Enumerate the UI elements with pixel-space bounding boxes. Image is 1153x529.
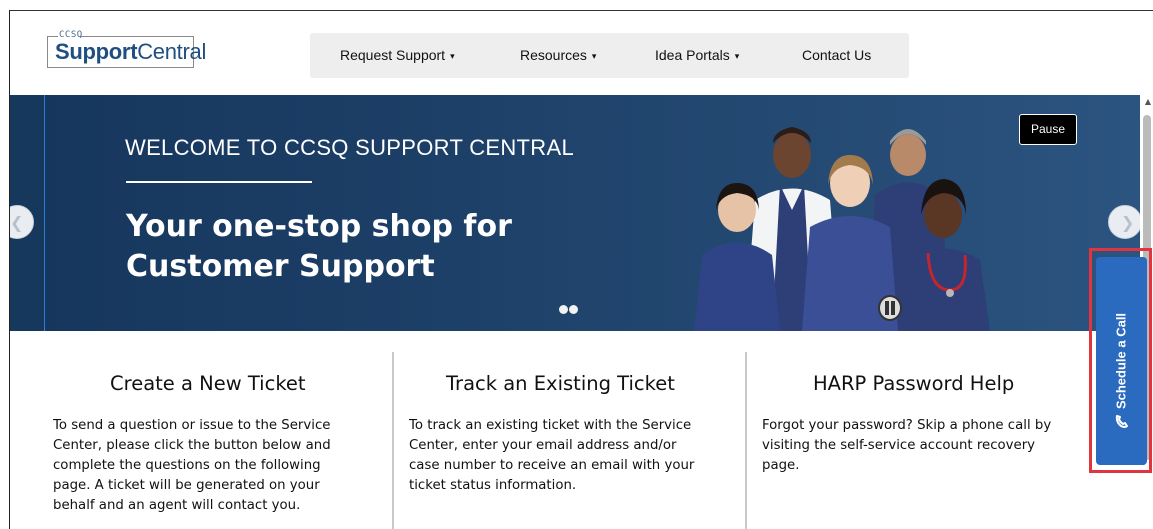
carousel-pause-icon[interactable] bbox=[878, 295, 902, 321]
harp-password-title: HARP Password Help bbox=[813, 372, 1015, 395]
hero-tagline-line-1: Your one-stop shop for bbox=[126, 209, 512, 244]
logo-main-text: SupportCentral bbox=[55, 38, 206, 66]
text-line: behalf and an agent will contact you. bbox=[53, 498, 301, 513]
text-line: page. A ticket will be generated on your bbox=[53, 478, 320, 493]
chevron-down-icon: ▾ bbox=[734, 51, 740, 61]
create-ticket-title: Create a New Ticket bbox=[110, 372, 306, 395]
hero-welcome-text: WELCOME TO CCSQ SUPPORT CENTRAL bbox=[125, 135, 574, 160]
text-line: Center, please click the button below an… bbox=[53, 438, 331, 453]
logo-main-bold: Support bbox=[55, 39, 138, 64]
create-ticket-text: To send a question or issue to the Servi… bbox=[53, 416, 373, 516]
nav-resources[interactable]: Resources ▾ bbox=[520, 33, 596, 78]
carousel-indicators bbox=[559, 299, 579, 318]
nav-resources-label: Resources bbox=[520, 47, 587, 63]
carousel-pause-button[interactable]: Pause bbox=[1019, 114, 1077, 145]
chevron-right-icon: ❯ bbox=[1121, 213, 1135, 232]
text-line: To send a question or issue to the Servi… bbox=[53, 418, 331, 433]
nav-idea-portals-label: Idea Portals bbox=[655, 47, 730, 63]
text-line: page. bbox=[762, 458, 800, 473]
nav-contact-us[interactable]: Contact Us bbox=[802, 33, 871, 78]
text-line: ticket status information. bbox=[409, 478, 577, 493]
chevron-down-icon: ▾ bbox=[450, 51, 455, 61]
carousel-next-button[interactable]: ❯ bbox=[1108, 205, 1140, 239]
schedule-call-label: Schedule a Call bbox=[1113, 312, 1129, 410]
page: CCSQ SupportCentral Request Support ▾ Res… bbox=[0, 0, 1153, 529]
nav-idea-portals[interactable]: Idea Portals ▾ bbox=[655, 33, 739, 78]
hero-tagline: Your one-stop shop for Customer Support bbox=[126, 207, 626, 287]
text-line: case number to receive an email with you… bbox=[409, 458, 695, 473]
carousel-dot-2[interactable] bbox=[569, 305, 578, 314]
track-ticket-text: To track an existing ticket with the Ser… bbox=[409, 416, 729, 496]
carousel-dot-1[interactable] bbox=[559, 305, 568, 314]
text-line: complete the questions on the following bbox=[53, 458, 321, 473]
hero-carousel: WELCOME TO CCSQ SUPPORT CENTRAL Your one… bbox=[10, 95, 1140, 331]
main-nav: Request Support ▾ Resources ▾ Idea Portals… bbox=[310, 33, 909, 78]
nav-request-support-label: Request Support bbox=[340, 47, 446, 63]
text-line: Forgot your password? Skip a phone call … bbox=[762, 418, 1052, 433]
chevron-left-icon: ❮ bbox=[10, 213, 24, 232]
logo-main-rest: Central bbox=[137, 39, 207, 64]
schedule-call-button[interactable]: Schedule a Call bbox=[1096, 257, 1147, 465]
text-line: To track an existing ticket with the Ser… bbox=[409, 418, 692, 433]
track-ticket-title: Track an Existing Ticket bbox=[446, 372, 675, 395]
text-line: visiting the self-service account recove… bbox=[762, 438, 1036, 453]
frame-border-top bbox=[9, 10, 1153, 11]
support-central-logo[interactable]: CCSQ SupportCentral bbox=[47, 28, 206, 68]
harp-password-text: Forgot your password? Skip a phone call … bbox=[762, 416, 1082, 476]
text-line: Center, enter your email address and/or bbox=[409, 438, 677, 453]
nav-request-support[interactable]: Request Support ▾ bbox=[340, 33, 455, 78]
scroll-up-arrow-icon[interactable]: ▲ bbox=[1143, 97, 1153, 107]
hero-divider bbox=[126, 181, 312, 183]
column-divider bbox=[392, 352, 394, 529]
healthcare-team-photo bbox=[694, 127, 990, 331]
hero-tagline-line-2: Customer Support bbox=[126, 249, 435, 284]
nav-contact-us-label: Contact Us bbox=[802, 47, 872, 63]
chevron-down-icon: ▾ bbox=[591, 51, 597, 61]
phone-icon bbox=[1115, 415, 1128, 428]
column-divider bbox=[745, 352, 747, 529]
